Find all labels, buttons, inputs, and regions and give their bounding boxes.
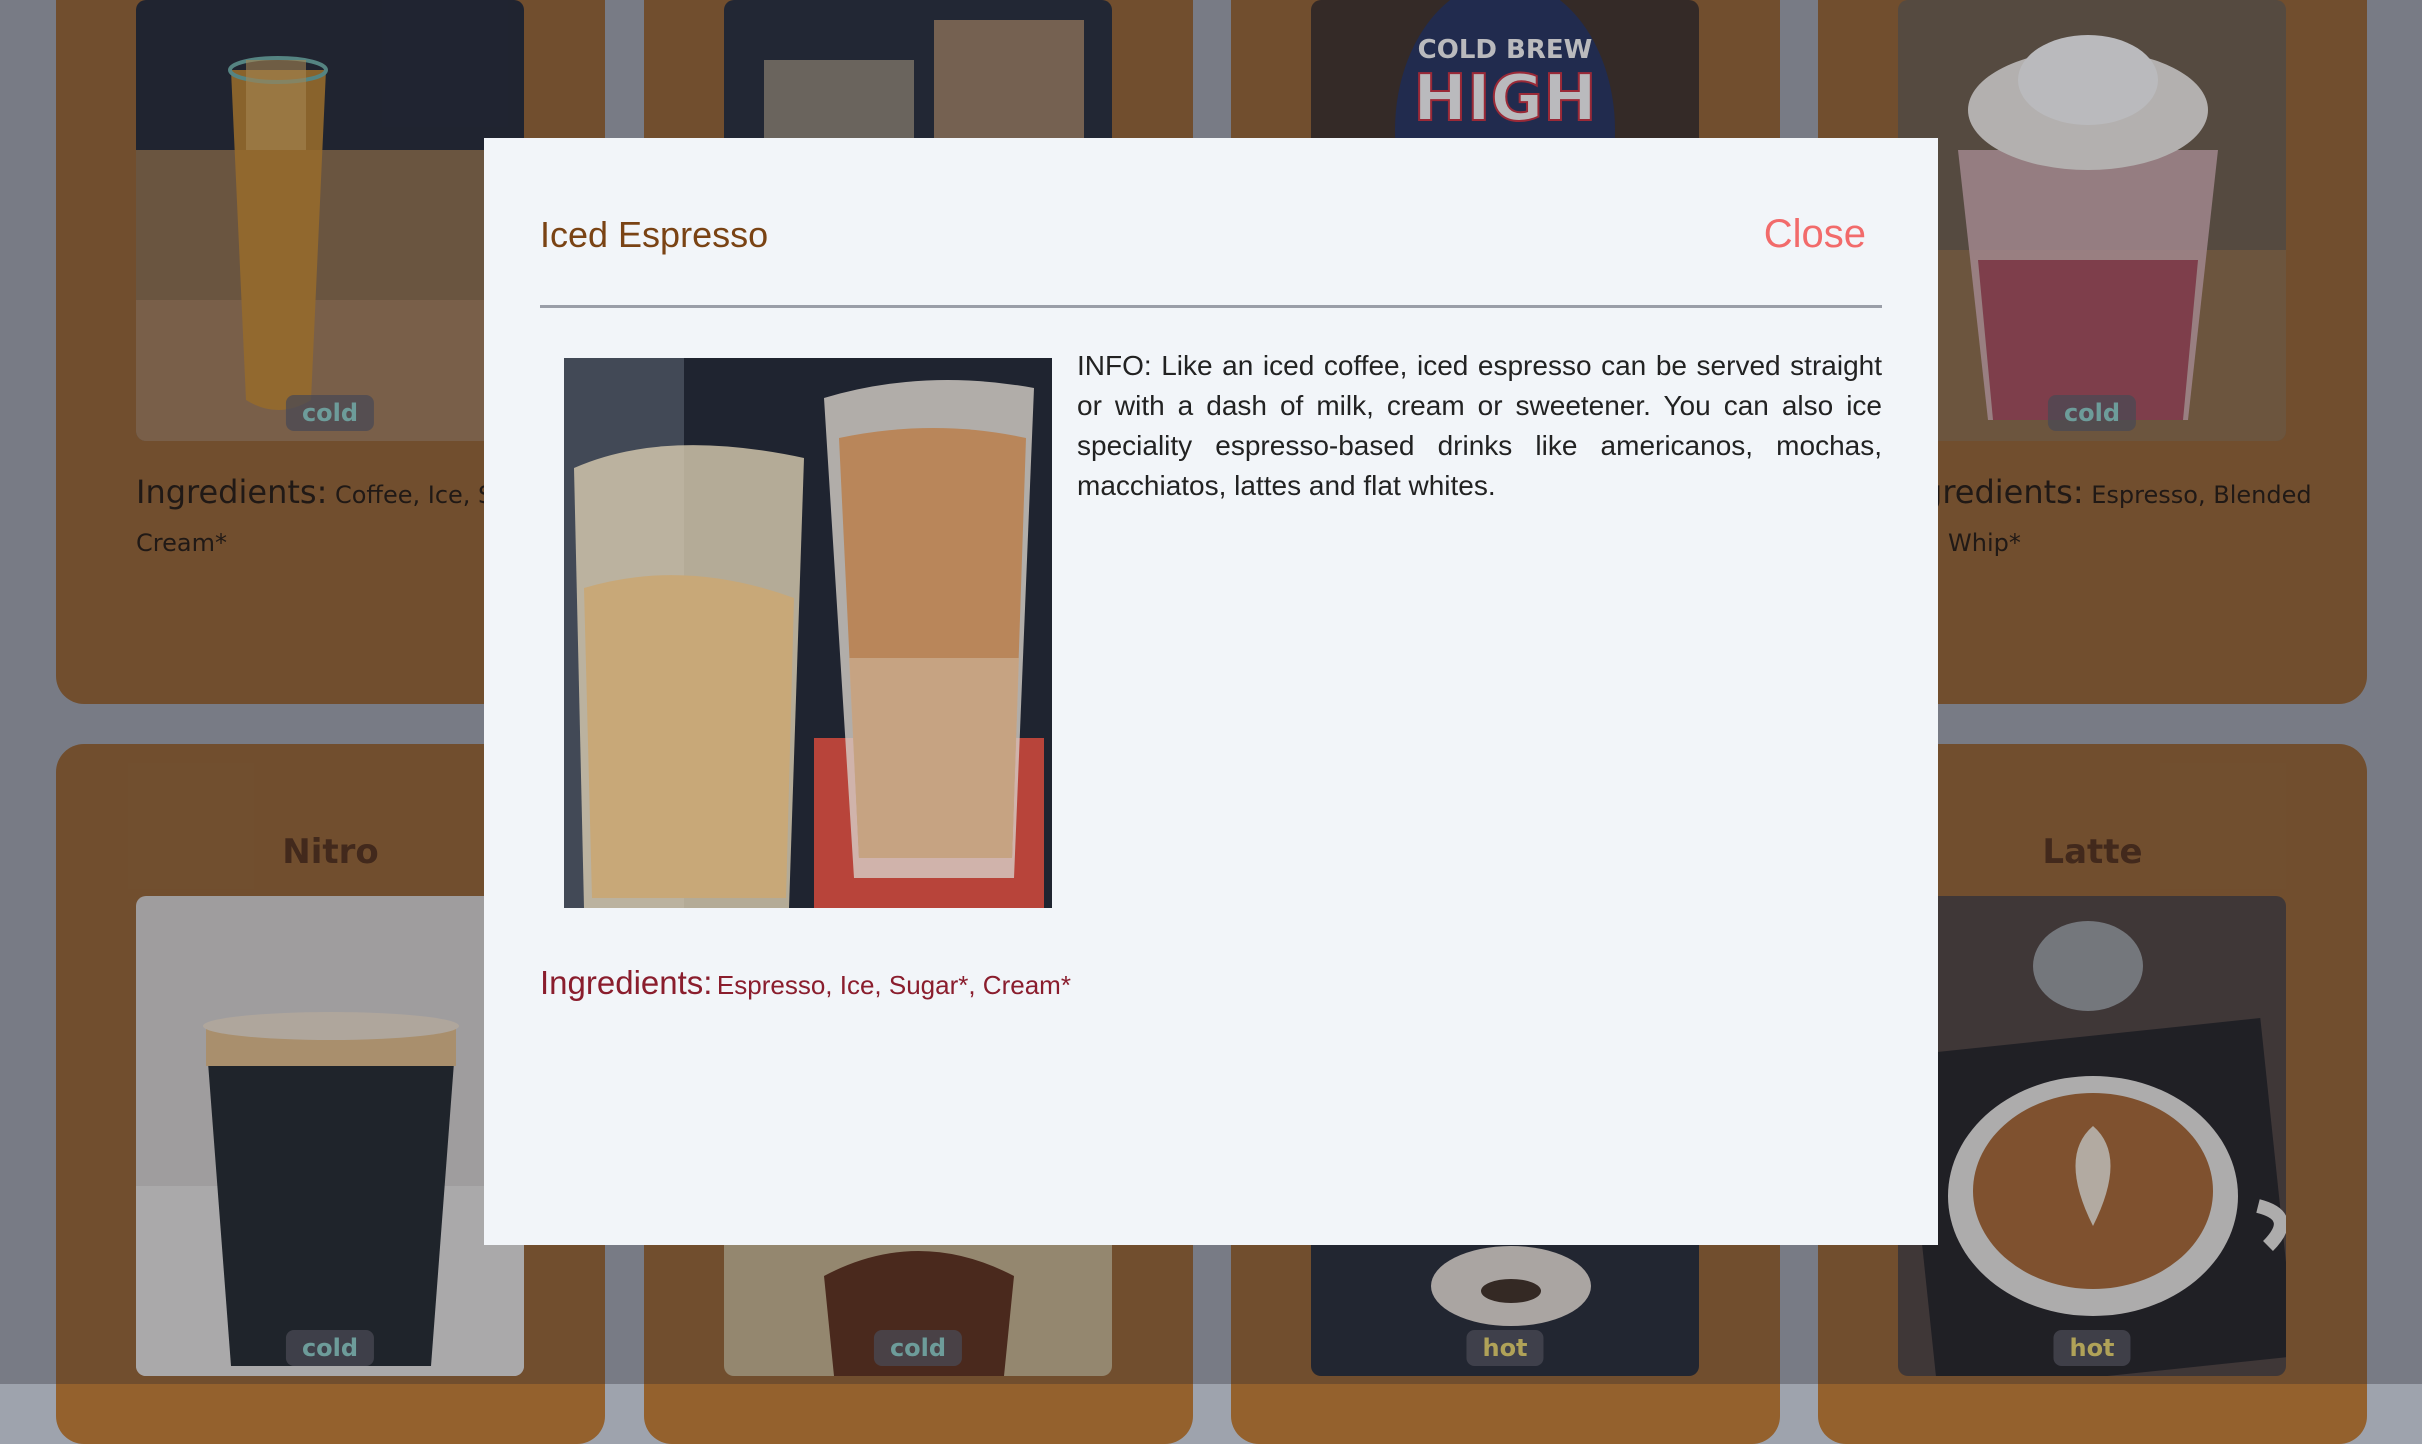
modal-ingredients: Ingredients: Espresso, Ice, Sugar*, Crea… xyxy=(540,964,1071,1002)
drink-info-text: INFO: Like an iced coffee, iced espresso… xyxy=(1077,350,1882,501)
modal-divider xyxy=(540,305,1882,308)
drink-detail-modal: Iced Espresso Close INFO: Like an iced c… xyxy=(484,138,1938,1245)
drink-image xyxy=(564,358,1052,908)
close-button[interactable]: Close xyxy=(1764,212,1866,257)
modal-title: Iced Espresso xyxy=(540,214,769,255)
ingredients-list: Espresso, Ice, Sugar*, Cream* xyxy=(716,970,1071,1000)
ingredients-label: Ingredients: xyxy=(540,964,713,1001)
